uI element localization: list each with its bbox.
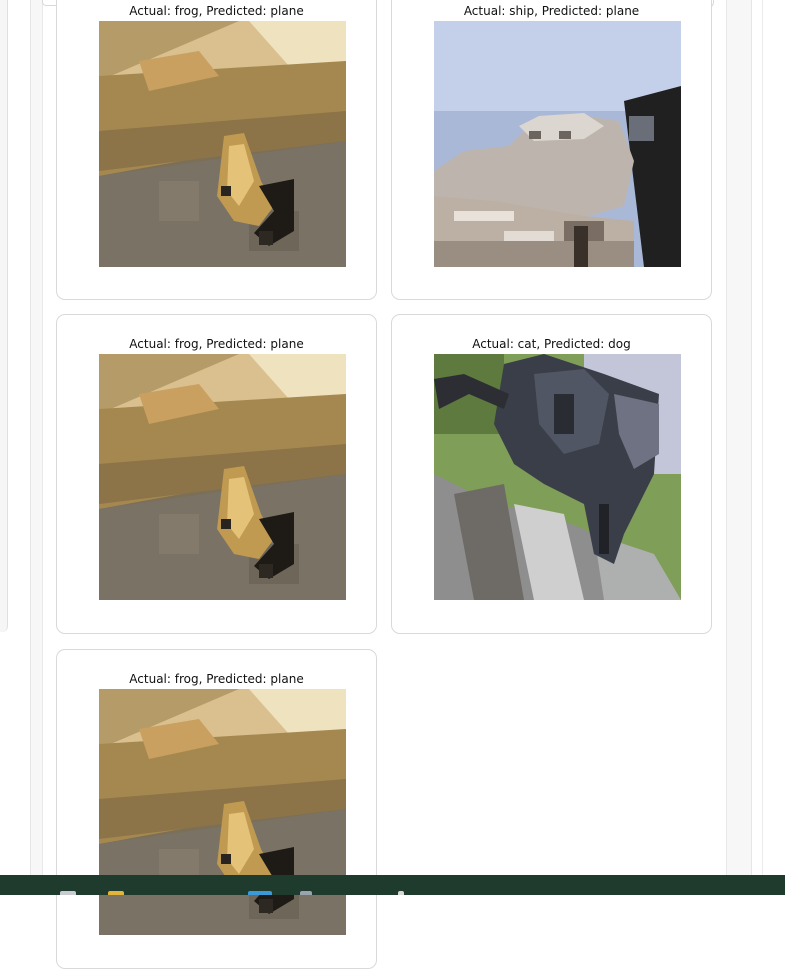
result-caption: Actual: ship, Predicted: plane — [463, 4, 640, 18]
cat-image — [434, 354, 681, 600]
result-caption: Actual: frog, Predicted: plane — [129, 4, 304, 18]
frog-image — [99, 354, 346, 600]
start-icon[interactable] — [60, 891, 76, 895]
frog-image — [99, 689, 346, 935]
result-card: Actual: ship, Predicted: plane — [391, 0, 712, 300]
result-card: Actual: cat, Predicted: dog — [391, 314, 712, 634]
result-card: Actual: frog, Predicted: plane — [56, 0, 377, 300]
result-caption: Actual: cat, Predicted: dog — [472, 337, 631, 351]
file-explorer-icon[interactable] — [108, 891, 124, 895]
browser-icon[interactable] — [300, 891, 312, 895]
left-panel-edge — [0, 0, 8, 632]
result-caption: Actual: frog, Predicted: plane — [129, 337, 304, 351]
result-card: Actual: frog, Predicted: plane — [56, 649, 377, 969]
taskbar — [0, 875, 785, 895]
result-caption: Actual: frog, Predicted: plane — [129, 672, 304, 686]
window-icon[interactable] — [248, 891, 272, 895]
ship-image — [434, 21, 681, 267]
scrollbar-track[interactable] — [762, 0, 763, 875]
result-card: Actual: frog, Predicted: plane — [56, 314, 377, 634]
app-icon[interactable] — [398, 891, 404, 895]
frog-image — [99, 21, 346, 267]
